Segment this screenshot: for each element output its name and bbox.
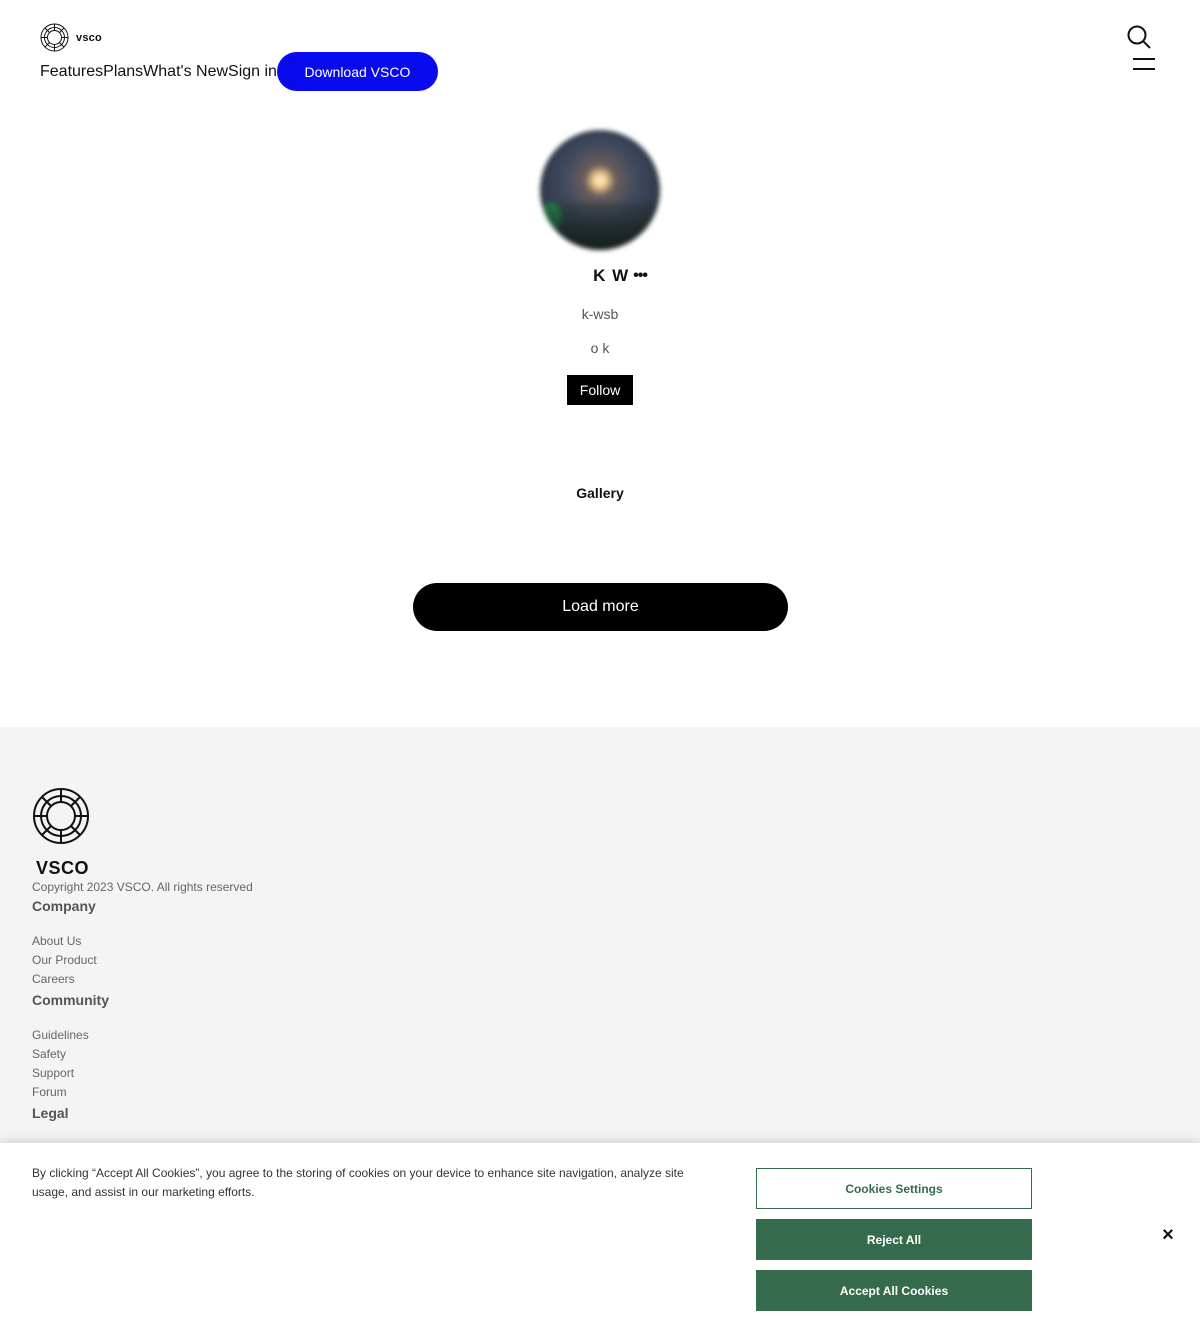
cookie-consent-text: By clicking “Accept All Cookies”, you ag… (32, 1166, 684, 1199)
nav-sign-in[interactable]: Sign in (228, 52, 277, 91)
footer-wordmark: VSCO (36, 858, 90, 878)
footer-heading-company: Company (32, 898, 96, 914)
download-vsco-button[interactable]: Download VSCO (276, 52, 438, 91)
profile-name: K W (593, 266, 630, 285)
footer-link-forum[interactable]: Forum (32, 1085, 67, 1099)
close-icon[interactable]: × (1158, 1225, 1178, 1245)
cookies-settings-button[interactable]: Cookies Settings (756, 1168, 1032, 1209)
more-options-icon[interactable]: ••• (633, 267, 648, 285)
tab-gallery[interactable]: Gallery (0, 485, 1200, 501)
nav-whats-new[interactable]: What's New (143, 52, 228, 91)
footer-heading-legal: Legal (32, 1105, 69, 1121)
load-more-button[interactable]: Load more (413, 583, 788, 631)
search-icon (1127, 25, 1151, 49)
vsco-logo-link[interactable]: vsco (40, 23, 102, 52)
hamburger-menu-icon[interactable] (1132, 58, 1156, 78)
main-nav: Features Plans What's New Sign in Downlo… (40, 52, 438, 91)
site-header: vsco Features Plans What's New Sign in D… (0, 0, 1200, 110)
copyright-text: Copyright 2023 VSCO. All rights reserved (32, 880, 253, 894)
vsco-logo-icon (40, 23, 69, 52)
follow-button[interactable]: Follow (567, 375, 633, 405)
footer-heading-community: Community (32, 992, 109, 1008)
profile-bio: o k (590, 340, 610, 356)
nav-features[interactable]: Features (40, 52, 103, 91)
logo-wordmark: vsco (76, 31, 102, 44)
footer-link-about-us[interactable]: About Us (32, 934, 81, 948)
footer-link-safety[interactable]: Safety (32, 1047, 66, 1061)
footer-link-guidelines[interactable]: Guidelines (32, 1028, 89, 1042)
profile-avatar (540, 130, 660, 250)
search-button[interactable] (1126, 24, 1152, 50)
profile-name-row: K W ••• (0, 266, 1200, 286)
reject-all-button[interactable]: Reject All (756, 1219, 1032, 1260)
cookie-banner: By clicking “Accept All Cookies”, you ag… (0, 1143, 1200, 1331)
profile-username: k-wsb (581, 306, 619, 322)
footer-link-support[interactable]: Support (32, 1066, 74, 1080)
accept-all-cookies-button[interactable]: Accept All Cookies (756, 1270, 1032, 1311)
footer-link-careers[interactable]: Careers (32, 972, 75, 986)
vsco-footer-logo-icon (33, 788, 89, 844)
footer-link-our-product[interactable]: Our Product (32, 953, 97, 967)
nav-plans[interactable]: Plans (103, 52, 143, 91)
